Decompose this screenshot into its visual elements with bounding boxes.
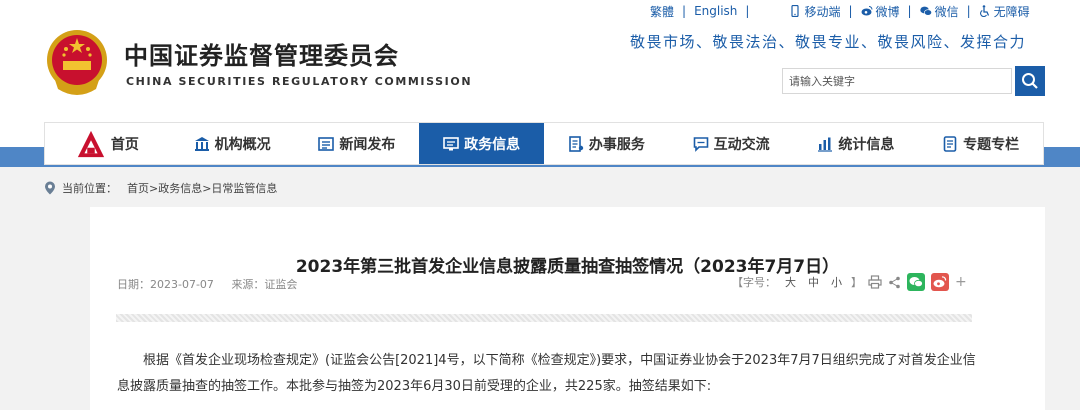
article-source: 来源：证监会 [231, 278, 298, 291]
nav-item-news[interactable]: 新闻发布 [295, 123, 420, 164]
mobile-icon [791, 5, 800, 17]
font-size-small[interactable]: 小 [831, 274, 842, 290]
document-list-icon [569, 135, 584, 152]
building-icon [194, 136, 209, 151]
nav-item-services[interactable]: 办事服务 [544, 123, 669, 164]
top-link-english[interactable]: English [694, 4, 737, 18]
national-emblem-icon[interactable] [44, 27, 110, 97]
article-tools: 【字号： 大 中 小 】 + [732, 273, 967, 291]
top-link-weibo[interactable]: 微博 [861, 3, 900, 20]
breadcrumb-home[interactable]: 首页 [127, 182, 149, 195]
article-meta: 日期：2023-07-07 来源：证监会 [117, 276, 311, 292]
article-date: 日期：2023-07-07 [117, 278, 214, 291]
search-button[interactable] [1015, 66, 1045, 96]
font-size-large[interactable]: 大 [785, 274, 796, 290]
breadcrumb-prefix: 当前位置： [62, 182, 117, 195]
bar-chart-icon [818, 137, 833, 152]
site-subtitle: CHINA SECURITIES REGULATORY COMMISSION [126, 75, 473, 88]
more-share-icon[interactable]: + [955, 274, 967, 290]
font-size-medium[interactable]: 中 [808, 274, 819, 290]
wechat-icon [909, 277, 923, 288]
site-title[interactable]: 中国证券监督管理委员会 [124, 36, 399, 71]
wechat-icon [919, 6, 932, 16]
chat-icon [693, 136, 708, 152]
newspaper-icon [318, 136, 335, 151]
font-size-close: 】 [851, 276, 862, 289]
print-icon[interactable] [868, 275, 882, 289]
accessibility-icon [979, 5, 989, 17]
slogan: 敬畏市场、敬畏法治、敬畏专业、敬畏风险、发挥合力 [630, 33, 1027, 51]
breadcrumb-daily-supervision[interactable]: >日常监管信息 [202, 182, 277, 195]
share-wechat-button[interactable] [907, 273, 925, 291]
article-body: 根据《首发企业现场检查规定》(证监会公告[2021]4号，以下简称《检查规定》)… [117, 353, 976, 394]
breadcrumb-government-info[interactable]: >政务信息 [149, 182, 202, 195]
location-pin-icon [45, 181, 55, 195]
nav-item-government-info[interactable]: 政务信息 [419, 123, 544, 164]
csrc-logo-icon [77, 130, 104, 157]
top-link-wechat[interactable]: 微信 [919, 3, 959, 20]
top-link-accessibility[interactable]: 无障碍 [979, 3, 1030, 20]
nav-item-home[interactable]: 首页 [45, 123, 170, 164]
main-nav: 首页 机构概况 新闻发布 政务信息 办事服务 互动交流 统计信息 专题专栏 [44, 122, 1044, 165]
document-icon [943, 135, 957, 152]
monitor-icon [443, 136, 459, 150]
top-link-mobile[interactable]: 移动端 [789, 3, 840, 20]
divider-bar [116, 314, 972, 322]
top-links: 繁體 | English | 移动端 | 微博 | 微信 | 无障碍 [650, 3, 1030, 20]
nav-item-special-topics[interactable]: 专题专栏 [918, 123, 1043, 164]
share-icon[interactable] [888, 276, 901, 289]
article-panel: 2023年第三批首发企业信息披露质量抽查抽签情况（2023年7月7日） 日期：2… [90, 207, 1045, 410]
top-link-traditional[interactable]: 繁體 [650, 3, 674, 20]
nav-item-interaction[interactable]: 互动交流 [669, 123, 794, 164]
weibo-icon [933, 276, 947, 288]
weibo-icon [861, 6, 873, 16]
search-input[interactable] [783, 69, 1023, 93]
breadcrumb: 当前位置： 首页>政务信息>日常监管信息 [44, 180, 277, 196]
font-size-label: 【字号： [732, 276, 776, 289]
search-icon [1022, 73, 1038, 89]
search-box [782, 68, 1023, 94]
share-weibo-button[interactable] [931, 273, 949, 291]
nav-item-about[interactable]: 机构概况 [170, 123, 295, 164]
nav-item-statistics[interactable]: 统计信息 [794, 123, 919, 164]
